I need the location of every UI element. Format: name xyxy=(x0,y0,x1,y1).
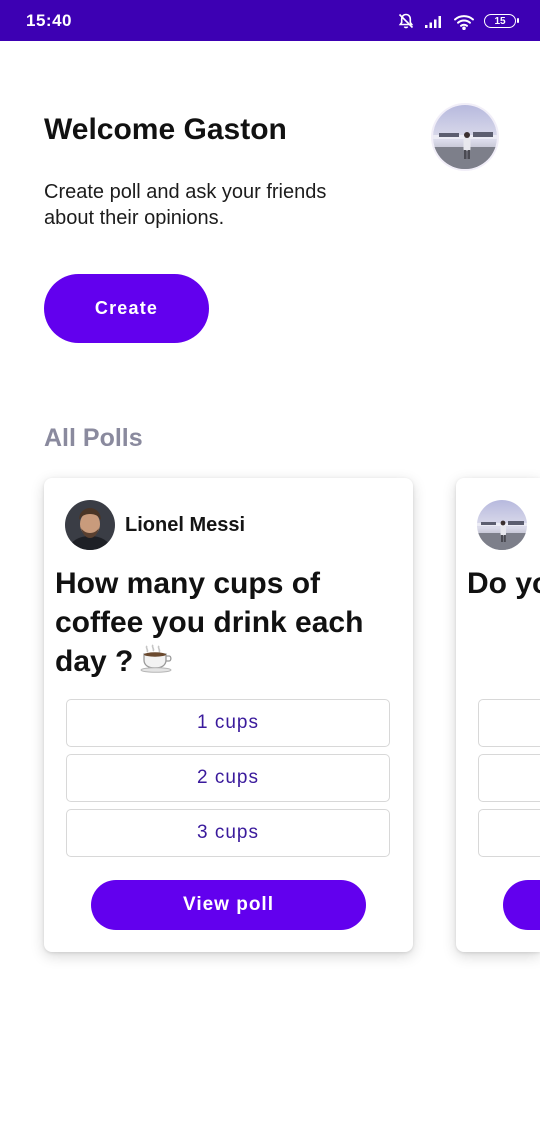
battery-icon: 15 xyxy=(484,14,519,28)
avatar-photo xyxy=(433,105,497,169)
poll-option-button[interactable]: 2 cups xyxy=(66,754,390,802)
wifi-icon xyxy=(453,13,475,30)
author-name: Lionel Messi xyxy=(125,514,246,536)
poll-option-button[interactable] xyxy=(478,699,540,747)
view-poll-button[interactable]: View poll xyxy=(91,880,366,930)
poll-option-button[interactable]: 3 cups xyxy=(66,809,390,857)
status-icons: 15 xyxy=(397,10,519,32)
author-avatar xyxy=(65,500,115,550)
section-title-all-polls: All Polls xyxy=(44,424,143,452)
author-photo xyxy=(477,500,527,550)
poll-question-text: Do yo xyxy=(467,567,540,600)
user-avatar[interactable] xyxy=(433,105,497,169)
author-photo xyxy=(65,500,115,550)
coffee-icon xyxy=(139,643,179,683)
status-bar: 15:40 15 xyxy=(0,0,540,41)
page-title: Welcome Gaston xyxy=(44,113,287,146)
bell-off-icon xyxy=(397,12,415,30)
poll-card: Do yo xyxy=(456,478,540,952)
signal-icon xyxy=(424,13,444,29)
poll-question: How many cups of coffee you drink each d… xyxy=(55,564,400,683)
view-poll-button[interactable] xyxy=(503,880,540,930)
poll-option-button[interactable]: 1 cups xyxy=(66,699,390,747)
page-subtitle: Create poll and ask your friends about t… xyxy=(44,181,327,229)
poll-option-button[interactable] xyxy=(478,809,540,857)
poll-question: Do yo xyxy=(467,564,540,603)
poll-question-text: How many cups of coffee you drink each d… xyxy=(55,567,364,678)
poll-option-button[interactable] xyxy=(478,754,540,802)
poll-card: Lionel Messi How many cups of coffee you… xyxy=(44,478,413,952)
create-poll-button[interactable]: Create xyxy=(44,274,209,343)
author-avatar xyxy=(477,500,527,550)
status-time: 15:40 xyxy=(26,11,72,30)
